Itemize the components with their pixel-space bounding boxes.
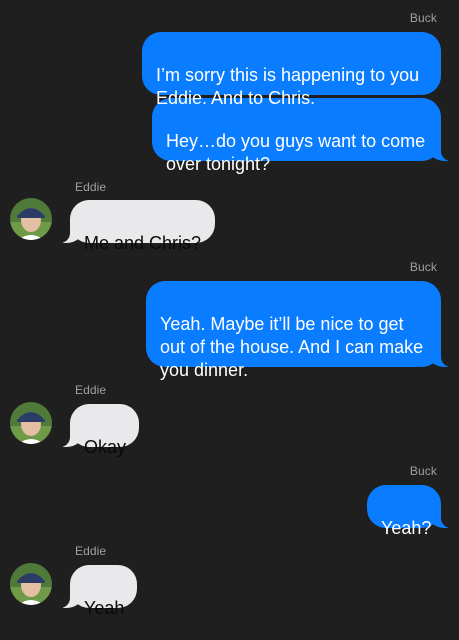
message-thread: Buck I’m sorry this is happening to you … bbox=[0, 0, 459, 640]
incoming-message-bubble[interactable]: Me and Chris? bbox=[58, 200, 215, 253]
sender-name-eddie: Eddie bbox=[75, 544, 107, 558]
avatar-photo-icon bbox=[10, 402, 52, 444]
sender-name-buck: Buck bbox=[409, 464, 437, 478]
outgoing-message-bubble[interactable]: Yeah. Maybe it’ll be nice to get out of … bbox=[146, 281, 453, 380]
contact-avatar[interactable] bbox=[10, 563, 52, 605]
contact-avatar[interactable] bbox=[10, 198, 52, 240]
message-text: Yeah? bbox=[381, 518, 432, 538]
avatar-photo-icon bbox=[10, 198, 52, 240]
contact-avatar[interactable] bbox=[10, 402, 52, 444]
sender-name-eddie: Eddie bbox=[75, 383, 107, 397]
sender-name-buck: Buck bbox=[409, 11, 437, 25]
message-text: Me and Chris? bbox=[84, 233, 202, 253]
sender-name-eddie: Eddie bbox=[75, 180, 107, 194]
message-text: Yeah bbox=[84, 598, 125, 618]
incoming-message-bubble[interactable]: Yeah bbox=[58, 565, 137, 618]
incoming-message-bubble[interactable]: Okay bbox=[58, 404, 139, 457]
message-text: Okay bbox=[84, 437, 127, 457]
message-text: Hey…do you guys want to come over tonigh… bbox=[166, 131, 426, 174]
sender-name-buck: Buck bbox=[409, 260, 437, 274]
outgoing-message-bubble[interactable]: Yeah? bbox=[367, 485, 453, 538]
avatar-photo-icon bbox=[10, 563, 52, 605]
message-text: Yeah. Maybe it’ll be nice to get out of … bbox=[160, 314, 424, 380]
outgoing-message-bubble[interactable]: I’m sorry this is happening to you Eddie… bbox=[142, 32, 441, 108]
